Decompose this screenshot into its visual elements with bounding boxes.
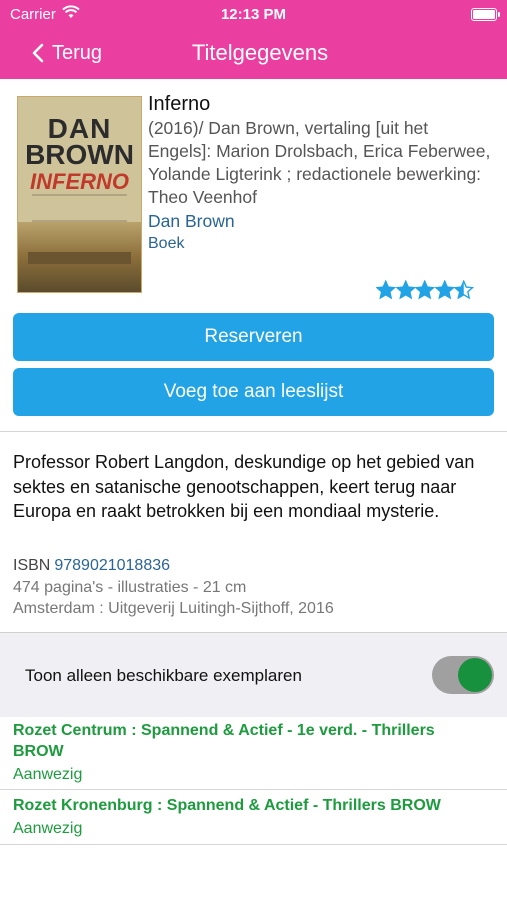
location-status: Aanwezig — [13, 766, 83, 783]
divider — [0, 844, 507, 845]
toggle-knob — [458, 658, 492, 692]
star-icon — [454, 280, 474, 300]
add-to-reading-list-button[interactable]: Voeg toe aan leeslijst — [13, 368, 494, 416]
location-item[interactable]: Rozet Centrum : Spannend & Actief - 1e v… — [13, 720, 483, 786]
divider — [0, 431, 507, 432]
location-name: Rozet Kronenburg : Spannend & Actief - T… — [13, 797, 441, 814]
navigation-bar: Terug Titelgegevens — [0, 28, 507, 79]
isbn-row: ISBN 9789021018836 — [13, 557, 170, 575]
physical-description: 474 pagina's - illustraties - 21 cm — [13, 579, 247, 596]
location-name: Rozet Centrum : Spannend & Actief - 1e v… — [13, 722, 435, 760]
clock: 12:13 PM — [220, 6, 287, 23]
book-summary: Professor Robert Langdon, deskundige op … — [13, 452, 475, 521]
cover-blurb — [32, 194, 127, 222]
isbn-label: ISBN — [13, 557, 51, 574]
availability-toggle[interactable] — [432, 656, 494, 694]
location-status: Aanwezig — [13, 820, 83, 837]
reserve-button[interactable]: Reserveren — [13, 313, 494, 361]
star-icon — [395, 280, 415, 300]
book-info: Inferno (2016)/ Dan Brown, vertaling [ui… — [148, 91, 493, 255]
publisher: Amsterdam : Uitgeverij Luitingh-Sijthoff… — [13, 600, 334, 617]
status-bar: Carrier 12:13 PM — [0, 0, 507, 28]
star-icon — [376, 280, 396, 300]
author-link[interactable]: Dan Brown — [148, 209, 493, 233]
rating-stars[interactable] — [376, 280, 476, 300]
battery-icon — [471, 8, 500, 21]
isbn-value: 9789021018836 — [54, 557, 171, 574]
divider — [0, 789, 507, 790]
cover-title: INFERNO — [30, 169, 129, 194]
page-title: Titelgegevens — [191, 40, 329, 65]
book-description: (2016)/ Dan Brown, vertaling [uit het En… — [148, 118, 491, 207]
star-icon — [415, 280, 435, 300]
cover-author-last: BROWN — [25, 139, 134, 170]
cover-bridge — [28, 252, 131, 264]
material-type: Boek — [148, 235, 185, 252]
location-item[interactable]: Rozet Kronenburg : Spannend & Actief - T… — [13, 795, 483, 840]
availability-toggle-label: Toon alleen beschikbare exemplaren — [25, 666, 302, 685]
availability-filter: Toon alleen beschikbare exemplaren — [0, 632, 507, 717]
star-icon — [434, 280, 454, 300]
book-title: Inferno — [148, 93, 211, 115]
book-cover[interactable]: DAN BROWN INFERNO — [18, 97, 141, 292]
